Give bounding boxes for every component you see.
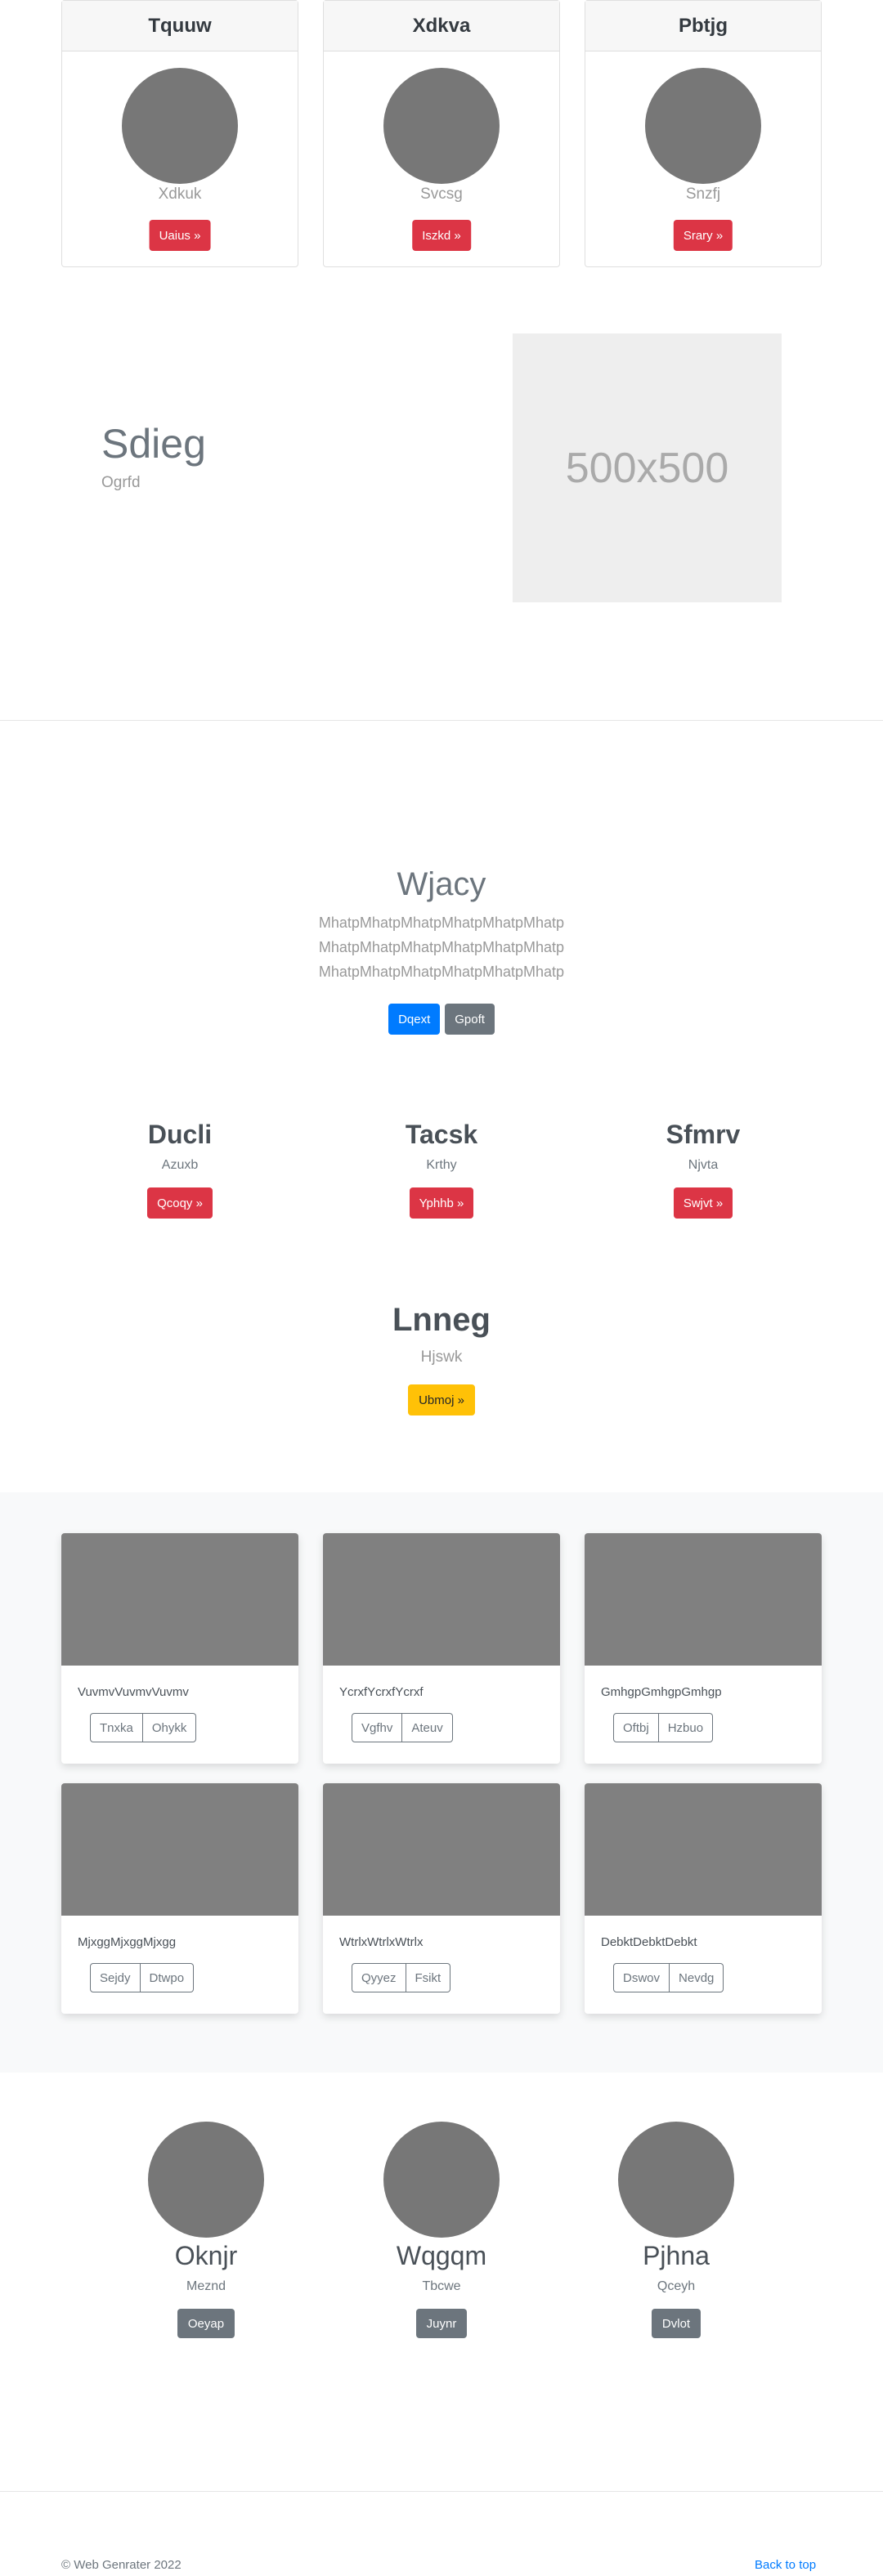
card-button[interactable]: Oftbj [613,1713,659,1742]
thumbnail-placeholder [61,1783,298,1916]
jumbotron-text-line: MhatpMhatpMhatpMhatpMhatpMhatp [318,964,565,980]
button-group: Oftbj Hzbuo [613,1713,714,1742]
jumbotron-heading: Wjacy [397,866,486,902]
highlight-block: Lnneg Hjswk Ubmoj » [0,1302,883,1415]
primary-button[interactable]: Dqext [388,1004,441,1035]
card-button[interactable]: Dtwpo [140,1963,195,1992]
pricing-card: Pbtjg Snzfj Srary » [585,0,822,267]
card-button[interactable]: Ateuv [402,1713,453,1742]
column: Tacsk Krthy Yphhb » [319,1120,564,1219]
card-button[interactable]: Sejdy [90,1963,141,1992]
avatar-placeholder [122,68,238,184]
column-button[interactable]: Yphhb » [409,1187,474,1219]
card-button[interactable]: Hzbuo [658,1713,714,1742]
column: Sfmrv Njvta Swjvt » [580,1120,826,1219]
album-card: WtrlxWtrlxWtrlx Qyyez Fsikt [323,1783,560,2014]
highlight-text: Hjswk [420,1348,463,1366]
button-group: Sejdy Dtwpo [90,1963,195,1992]
card-subtitle: Xdkuk [158,186,202,203]
card-button[interactable]: Nevdg [670,1963,724,1992]
member-button[interactable]: Juynr [415,2309,468,2338]
team-member: Wqgqm Tbcwe Juynr [360,2122,523,2338]
column-button[interactable]: Qcoqy » [147,1187,213,1219]
album-card: YcrxfYcrxfYcrxf Vgfhv Ateuv [323,1533,560,1764]
card-button[interactable]: Tnxka [90,1713,143,1742]
section-divider [0,720,883,721]
card-title: Pbtjg [585,1,821,51]
member-name: Oknjr [174,2241,238,2270]
column-text: Krthy [426,1158,457,1172]
jumbotron-text-line: MhatpMhatpMhatpMhatpMhatpMhatp [318,915,565,931]
team-member: Pjhna Qceyh Dvlot [594,2122,758,2338]
button-group: Qyyez Fsikt [352,1963,451,1992]
featurette-subheading: Ogrfd [101,474,141,491]
column-heading: Sfmrv [666,1120,741,1149]
copyright-text: © Web Genrater 2022 [61,2558,182,2572]
team-member: Oknjr Meznd Oeyap [124,2122,288,2338]
card-subtitle: Snzfj [685,186,721,203]
card-text: VuvmvVuvmvVuvmv [78,1685,189,1699]
avatar [148,2122,264,2238]
button-group: Dswov Nevdg [613,1963,724,1992]
card-text: DebktDebktDebkt [601,1935,697,1949]
button-group: Tnxka Ohykk [90,1713,197,1742]
card-action-button[interactable]: Srary » [673,220,733,251]
pricing-card: Tquuw Xdkuk Uaius » [61,0,298,267]
image-size-label: 500x500 [565,444,729,492]
highlight-button[interactable]: Ubmoj » [408,1384,475,1415]
pricing-card: Xdkva Svcsg Iszkd » [323,0,560,267]
column: Ducli Azuxb Qcoqy » [57,1120,303,1219]
avatar [383,2122,500,2238]
card-button[interactable]: Dswov [613,1963,670,1992]
pricing-row: Tquuw Xdkuk Uaius » Xdkva Svcsg Iszkd » … [61,0,822,267]
card-text: WtrlxWtrlxWtrlx [339,1935,424,1949]
album-card: MjxggMjxggMjxgg Sejdy Dtwpo [61,1783,298,2014]
card-text: YcrxfYcrxfYcrxf [339,1685,424,1699]
jumbotron-buttons: Dqext Gpoft [0,1004,883,1035]
jumbotron-text-line: MhatpMhatpMhatpMhatpMhatpMhatp [318,939,565,955]
avatar-placeholder [645,68,761,184]
thumbnail-placeholder [61,1533,298,1666]
card-action-button[interactable]: Iszkd » [412,220,471,251]
card-button[interactable]: Qyyez [352,1963,406,1992]
column-text: Azuxb [161,1158,199,1172]
card-action-button[interactable]: Uaius » [149,220,211,251]
button-group: Vgfhv Ateuv [352,1713,453,1742]
member-button[interactable]: Dvlot [651,2309,701,2338]
card-text: MjxggMjxggMjxgg [78,1935,177,1949]
member-name: Wqgqm [396,2241,487,2270]
column-heading: Ducli [147,1120,213,1149]
highlight-heading: Lnneg [392,1302,491,1338]
card-subtitle: Svcsg [420,186,463,203]
thumbnail-placeholder [323,1533,560,1666]
column-text: Njvta [688,1158,719,1172]
avatar-placeholder [383,68,500,184]
album-card: DebktDebktDebkt Dswov Nevdg [585,1783,822,2014]
card-text: GmhgpGmhgpGmhgp [601,1685,722,1699]
avatar [618,2122,734,2238]
back-to-top-link[interactable]: Back to top [755,2558,816,2572]
featurette-image-placeholder: 500x500 [513,333,782,602]
card-button[interactable]: Ohykk [142,1713,197,1742]
member-name: Pjhna [643,2241,710,2270]
thumbnail-placeholder [585,1783,822,1916]
album-card: VuvmvVuvmvVuvmv Tnxka Ohykk [61,1533,298,1764]
thumbnail-placeholder [585,1533,822,1666]
featurette-heading: Sdieg [101,421,206,467]
album-card: GmhgpGmhgpGmhgp Oftbj Hzbuo [585,1533,822,1764]
member-role: Meznd [186,2279,226,2293]
album-section: VuvmvVuvmvVuvmv Tnxka Ohykk YcrxfYcrxfYc… [0,1492,883,2073]
card-title: Xdkva [324,1,559,51]
member-role: Tbcwe [422,2279,461,2293]
card-title: Tquuw [62,1,298,51]
member-role: Qceyh [657,2279,696,2293]
secondary-button[interactable]: Gpoft [445,1004,495,1035]
member-button[interactable]: Oeyap [177,2309,235,2338]
column-button[interactable]: Swjvt » [673,1187,733,1219]
card-button[interactable]: Fsikt [406,1963,451,1992]
footer-divider [0,2491,883,2492]
column-heading: Tacsk [405,1120,478,1149]
thumbnail-placeholder [323,1783,560,1916]
card-button[interactable]: Vgfhv [352,1713,403,1742]
